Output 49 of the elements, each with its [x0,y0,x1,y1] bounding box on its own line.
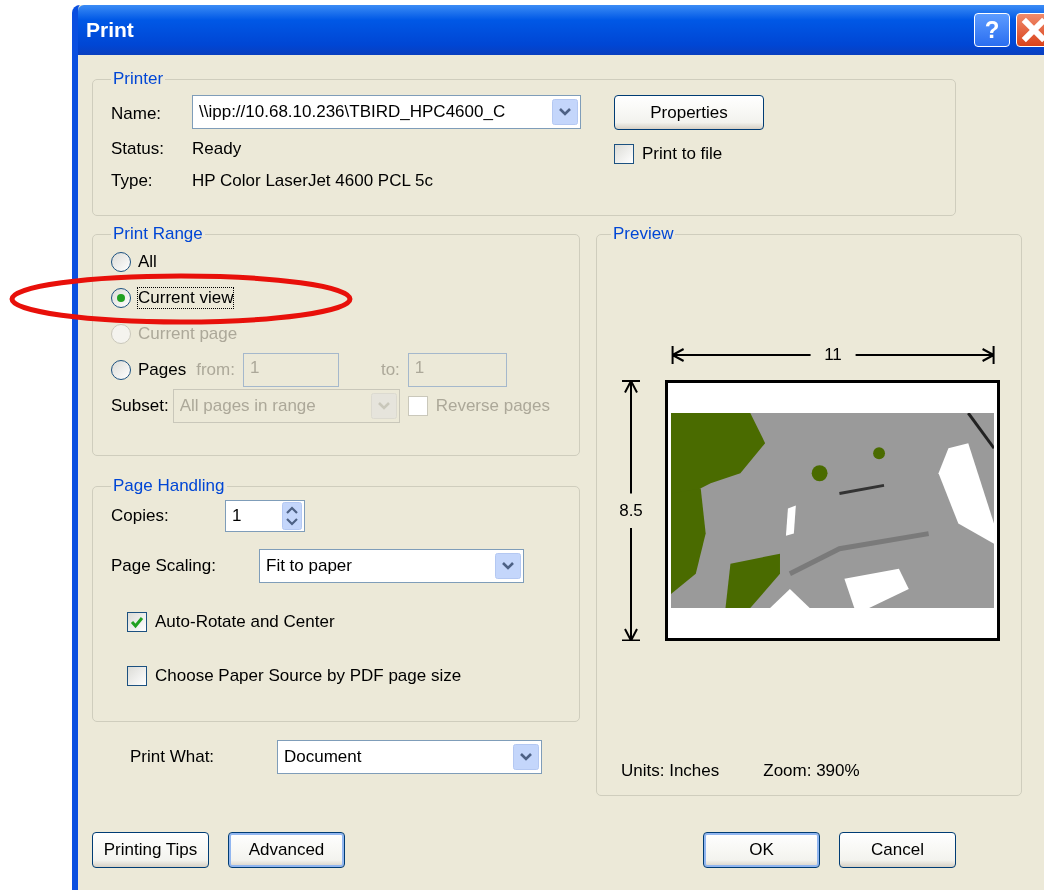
group-title: Printer [112,69,165,89]
dialog-button[interactable]: Printing Tips [92,832,209,868]
dialog-button[interactable]: Cancel [839,832,956,868]
field-label: Copies: [111,506,170,526]
spin-arrows-icon [282,502,302,530]
chevron-down-icon [552,99,578,125]
checkbox[interactable] [614,144,634,164]
dimension-label: 8.5 [619,500,643,521]
type-value: HP Color LaserJet 4600 PCL 5c [192,171,433,191]
radio-label: Current view [138,288,234,308]
dimension-label: 11 [824,345,842,365]
field-label: Subset: [111,396,169,416]
radio-button[interactable] [111,360,131,380]
chevron-down-icon [495,553,521,579]
radio-label: Current page [138,324,238,344]
chevron-down-icon [513,744,539,770]
dialog-button[interactable]: OK [703,832,820,868]
group-title: Preview [612,224,675,244]
radio-button[interactable] [111,252,131,272]
window-title: Print [86,18,135,42]
group-title: Page Handling [112,476,226,496]
checkbox[interactable] [127,612,147,632]
status-value: Ready [192,139,242,159]
radio-button[interactable] [111,288,131,308]
field-label: Status: [111,139,165,159]
radio-label: Pages [138,360,187,380]
chevron-down-icon [370,393,397,419]
dropdown-field[interactable]: \\ipp://10.68.10.236\TBIRD_HPC4600_C [192,95,581,129]
units-label: Units: Inches [621,761,720,781]
checkbox-label: Choose Paper Source by PDF page size [155,666,462,686]
zoom-label: Zoom: 390% [763,761,860,781]
dropdown-field[interactable]: Fit to paper [259,549,524,583]
field-label: from: [196,360,235,380]
field-label: Page Scaling: [111,556,217,576]
field-label: Print What: [130,747,216,767]
field-label: to: [380,360,400,380]
radio-label: All [138,252,157,272]
checkbox-label: Print to file [642,144,723,164]
group-title: Print Range [112,224,204,244]
dropdown-field[interactable]: Document [277,740,542,774]
checkbox-label: Reverse pages [435,396,550,416]
checkbox[interactable] [127,666,147,686]
checkbox-label: Auto-Rotate and Center [155,612,335,632]
spin-field[interactable]: 1 [225,500,305,532]
field-label: Type: [111,171,154,191]
field-label: Name: [111,104,163,124]
dialog-button[interactable]: Advanced [228,832,345,868]
close-button[interactable] [1016,13,1044,47]
properties-button[interactable]: Properties [614,95,764,130]
